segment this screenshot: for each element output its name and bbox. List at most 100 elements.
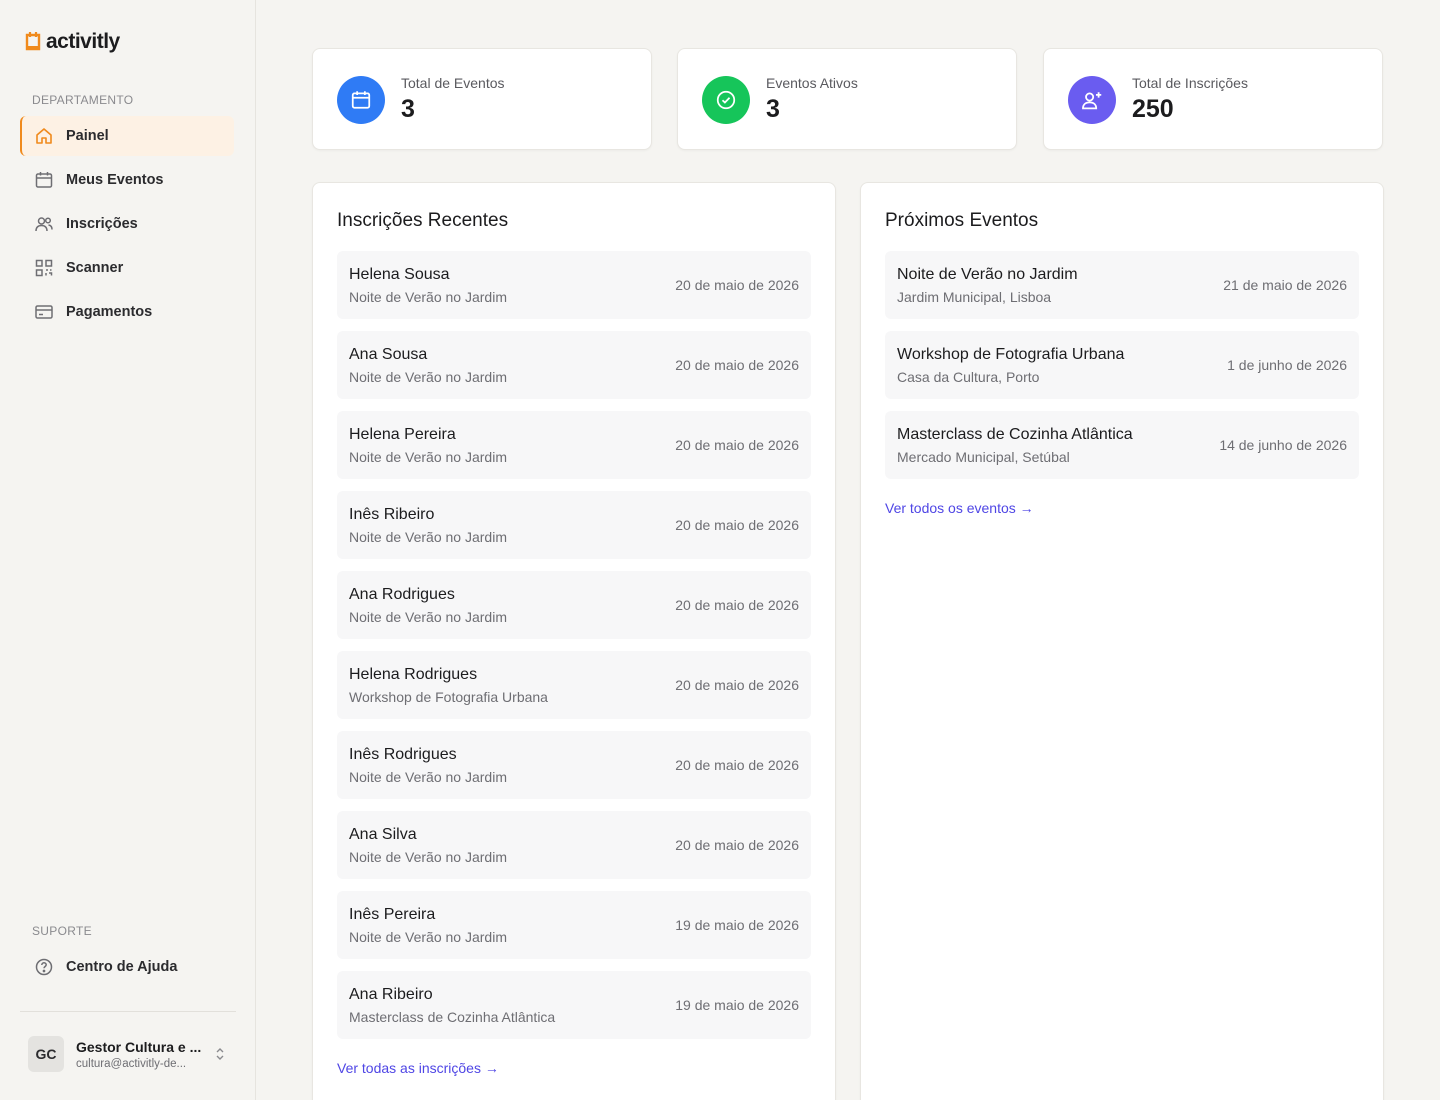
help-circle-icon — [34, 957, 54, 977]
event-name: Noite de Verão no Jardim — [349, 529, 507, 545]
registrant-name: Helena Rodrigues — [349, 666, 478, 683]
list-item[interactable]: Ana Rodrigues Noite de Verão no Jardim 2… — [337, 571, 811, 639]
chevron-up-down-icon — [214, 1046, 226, 1067]
registrant-name: Helena Pereira — [349, 426, 456, 443]
list-item[interactable]: Ana Ribeiro Masterclass de Cozinha Atlân… — [337, 971, 811, 1039]
sidebar: activitly DEPARTAMENTO Painel Meus Event… — [0, 0, 256, 1100]
support-nav: Centro de Ajuda — [20, 947, 234, 991]
user-name: Gestor Cultura e ... — [76, 1038, 202, 1055]
registration-date: 20 de maio de 2026 — [675, 437, 799, 453]
recent-registrations-panel: Inscrições Recentes Helena Sousa Noite d… — [312, 182, 836, 1100]
main-nav: Painel Meus Eventos Inscrições Scanner P… — [20, 116, 234, 336]
credit-card-icon — [34, 302, 54, 322]
list-item[interactable]: Ana Silva Noite de Verão no Jardim 20 de… — [337, 811, 811, 879]
sidebar-item-scanner[interactable]: Scanner — [20, 248, 234, 288]
event-name: Noite de Verão no Jardim — [349, 849, 507, 865]
sidebar-item-label: Painel — [66, 128, 109, 144]
sidebar-item-label: Pagamentos — [66, 304, 153, 320]
sidebar-divider — [20, 1011, 236, 1012]
event-name: Workshop de Fotografia Urbana — [349, 689, 548, 705]
list-item[interactable]: Helena Sousa Noite de Verão no Jardim 20… — [337, 251, 811, 319]
event-date: 14 de junho de 2026 — [1219, 437, 1347, 453]
registrant-name: Inês Pereira — [349, 906, 436, 923]
user-email: cultura@activitly-de... — [76, 1057, 187, 1070]
registration-date: 20 de maio de 2026 — [675, 757, 799, 773]
stat-label: Total de Inscrições — [1132, 75, 1248, 91]
upcoming-events-panel: Próximos Eventos Noite de Verão no Jardi… — [860, 182, 1384, 1100]
event-location: Mercado Municipal, Setúbal — [897, 449, 1070, 465]
event-name: Masterclass de Cozinha Atlântica — [349, 1009, 556, 1025]
calendar-icon — [34, 170, 54, 190]
brand-logo[interactable]: activitly — [24, 30, 120, 54]
users-icon — [34, 214, 54, 234]
stat-label: Total de Eventos — [401, 75, 505, 91]
event-date: 21 de maio de 2026 — [1223, 277, 1347, 293]
event-name: Noite de Verão no Jardim — [349, 289, 507, 305]
registration-date: 19 de maio de 2026 — [675, 917, 799, 933]
registration-date: 20 de maio de 2026 — [675, 677, 799, 693]
sidebar-item-pagamentos[interactable]: Pagamentos — [20, 292, 234, 332]
list-item[interactable]: Ana Sousa Noite de Verão no Jardim 20 de… — [337, 331, 811, 399]
registration-date: 19 de maio de 2026 — [675, 997, 799, 1013]
registrant-name: Helena Sousa — [349, 266, 450, 283]
logo-icon — [25, 32, 41, 51]
panel-title: Inscrições Recentes — [337, 210, 509, 231]
registrant-name: Ana Sousa — [349, 346, 428, 363]
events-list: Noite de Verão no Jardim Jardim Municipa… — [885, 251, 1359, 491]
event-date: 1 de junho de 2026 — [1227, 357, 1347, 373]
registrant-name: Ana Ribeiro — [349, 986, 433, 1003]
sidebar-item-meus-eventos[interactable]: Meus Eventos — [20, 160, 234, 200]
event-name: Workshop de Fotografia Urbana — [897, 346, 1125, 363]
registrant-name: Inês Rodrigues — [349, 746, 457, 763]
event-location: Jardim Municipal, Lisboa — [897, 289, 1052, 305]
list-item[interactable]: Helena Rodrigues Workshop de Fotografia … — [337, 651, 811, 719]
event-name: Noite de Verão no Jardim — [349, 369, 507, 385]
list-item[interactable]: Workshop de Fotografia Urbana Casa da Cu… — [885, 331, 1359, 399]
stat-card-total-eventos: Total de Eventos 3 — [312, 48, 652, 150]
stat-value: 250 — [1132, 95, 1174, 123]
registration-date: 20 de maio de 2026 — [675, 837, 799, 853]
list-item[interactable]: Masterclass de Cozinha Atlântica Mercado… — [885, 411, 1359, 479]
event-name: Noite de Verão no Jardim — [349, 609, 507, 625]
stat-card-total-inscricoes: Total de Inscrições 250 — [1043, 48, 1383, 150]
check-circle-icon — [702, 76, 750, 124]
user-plus-icon — [1068, 76, 1116, 124]
registrant-name: Inês Ribeiro — [349, 506, 435, 523]
sidebar-item-painel[interactable]: Painel — [20, 116, 234, 156]
user-menu[interactable]: GC Gestor Cultura e ... cultura@activitl… — [28, 1036, 228, 1072]
registrant-name: Ana Silva — [349, 826, 417, 843]
stat-card-eventos-ativos: Eventos Ativos 3 — [677, 48, 1017, 150]
event-name: Masterclass de Cozinha Atlântica — [897, 426, 1133, 443]
panel-title: Próximos Eventos — [885, 210, 1039, 231]
registrant-name: Ana Rodrigues — [349, 586, 455, 603]
list-item[interactable]: Noite de Verão no Jardim Jardim Municipa… — [885, 251, 1359, 319]
qr-code-icon — [34, 258, 54, 278]
list-item[interactable]: Inês Rodrigues Noite de Verão no Jardim … — [337, 731, 811, 799]
sidebar-item-label: Scanner — [66, 260, 124, 276]
registration-date: 20 de maio de 2026 — [675, 517, 799, 533]
section-label-suporte: SUPORTE — [32, 924, 92, 938]
registration-date: 20 de maio de 2026 — [675, 277, 799, 293]
registrations-list: Helena Sousa Noite de Verão no Jardim 20… — [337, 251, 811, 1051]
sidebar-item-centro-de-ajuda[interactable]: Centro de Ajuda — [20, 947, 234, 987]
sidebar-item-label: Inscrições — [66, 216, 138, 232]
calendar-icon — [337, 76, 385, 124]
sidebar-item-label: Centro de Ajuda — [66, 959, 178, 975]
event-name: Noite de Verão no Jardim — [349, 929, 507, 945]
sidebar-item-inscricoes[interactable]: Inscrições — [20, 204, 234, 244]
avatar: GC — [28, 1036, 64, 1072]
event-name: Noite de Verão no Jardim — [349, 449, 507, 465]
event-name: Noite de Verão no Jardim — [349, 769, 507, 785]
sidebar-item-label: Meus Eventos — [66, 172, 164, 188]
brand-name: activitly — [46, 30, 120, 53]
registration-date: 20 de maio de 2026 — [675, 597, 799, 613]
list-item[interactable]: Inês Ribeiro Noite de Verão no Jardim 20… — [337, 491, 811, 559]
section-label-departamento: DEPARTAMENTO — [32, 93, 134, 107]
list-item[interactable]: Helena Pereira Noite de Verão no Jardim … — [337, 411, 811, 479]
home-icon — [34, 126, 54, 146]
view-all-registrations-link[interactable]: Ver todas as inscrições → — [337, 1060, 499, 1076]
stat-label: Eventos Ativos — [766, 75, 858, 91]
view-all-events-link[interactable]: Ver todos os eventos → — [885, 500, 1034, 516]
registration-date: 20 de maio de 2026 — [675, 357, 799, 373]
list-item[interactable]: Inês Pereira Noite de Verão no Jardim 19… — [337, 891, 811, 959]
